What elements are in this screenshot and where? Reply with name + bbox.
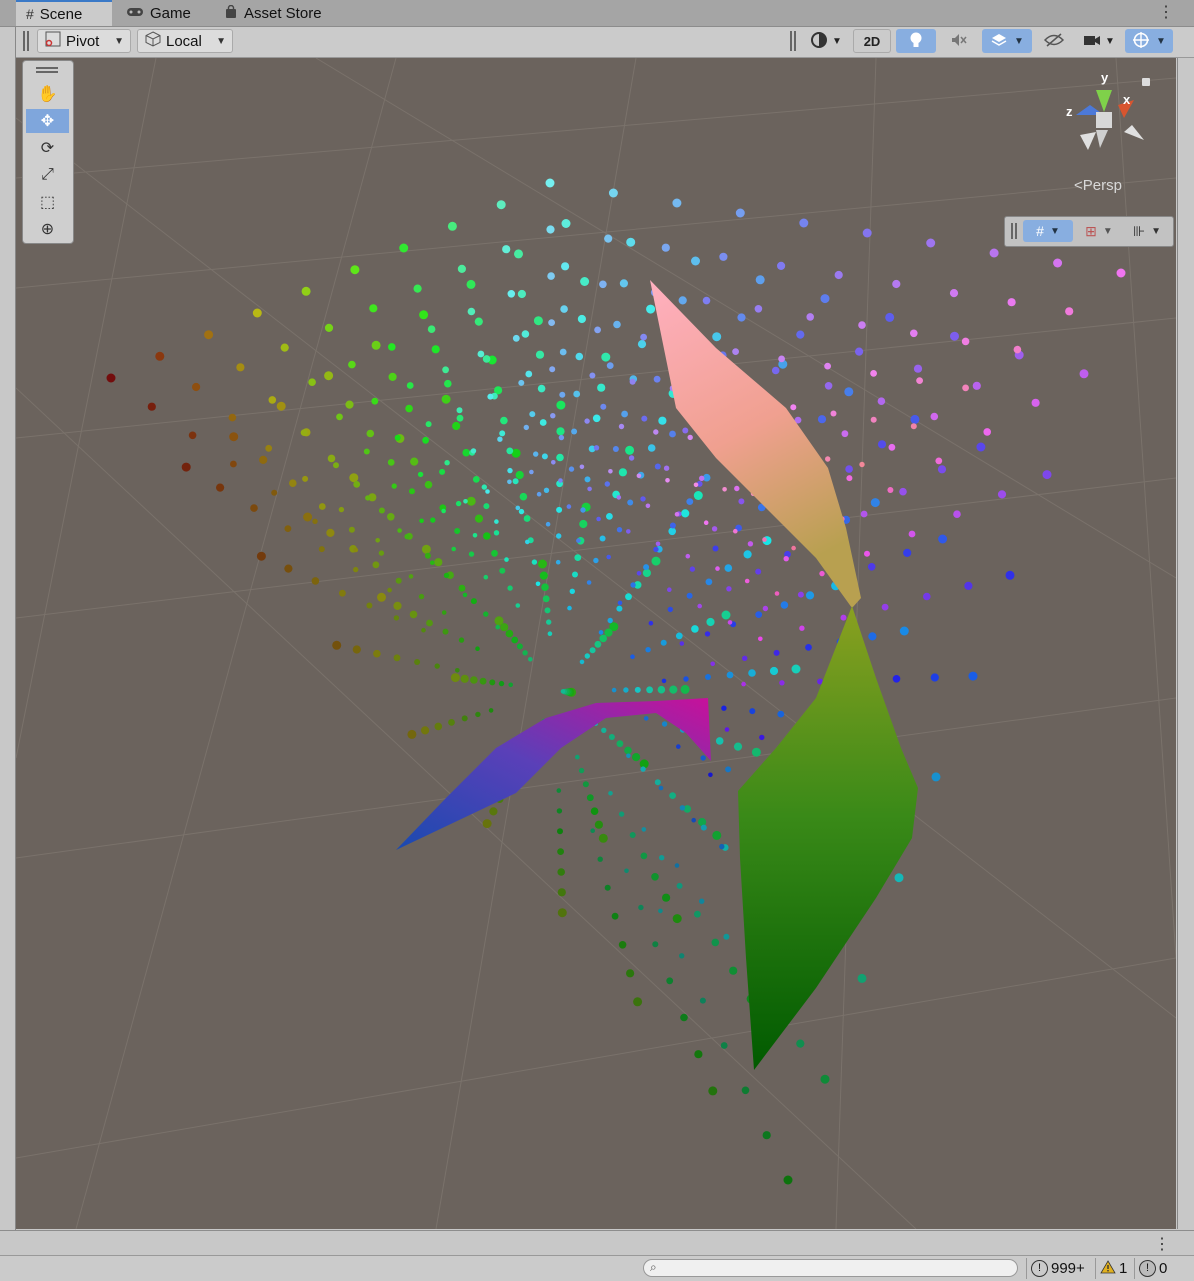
green-surface [738, 606, 918, 1070]
gizmos-dropdown[interactable]: ▼ [1125, 29, 1173, 53]
cube-icon [144, 30, 162, 52]
increment-snap-dropdown[interactable]: ⊪ ▼ [1125, 220, 1169, 242]
hand-icon: ✋ [37, 86, 58, 103]
gizmo-y-label: y [1101, 70, 1109, 85]
hidden-objects-toggle[interactable] [1036, 29, 1072, 53]
overlay-grip[interactable] [1011, 223, 1017, 239]
bottom-panel-header: ⋮ [0, 1230, 1194, 1255]
warning-icon [1100, 1259, 1116, 1278]
eye-slash-icon [1043, 32, 1065, 50]
scene-toolbar: Pivot ▼ Local ▼ ▼ 2D ▼ ▼ ▼ [0, 27, 1194, 58]
grid-visibility-dropdown[interactable]: # ▼ [1023, 220, 1073, 242]
local-label: Local [166, 32, 202, 50]
pivot-icon [44, 30, 62, 52]
pivot-label: Pivot [66, 32, 100, 50]
speaker-muted-icon [950, 32, 968, 51]
tab-label: Asset Store [244, 4, 322, 22]
scale-icon: ⤢ [41, 166, 54, 183]
more-options-icon[interactable]: ⋮ [1154, 1234, 1170, 1254]
gamepad-icon [126, 5, 144, 21]
gizmo-x-label: x [1123, 92, 1131, 107]
right-panel-edge [1177, 58, 1194, 1229]
error-icon: ! [1139, 1260, 1156, 1277]
chevron-left-icon: < [1074, 177, 1083, 194]
move-tool-button[interactable]: ✥ [26, 109, 69, 133]
gizmo-z-label: z [1066, 104, 1073, 119]
2d-toggle[interactable]: 2D [853, 29, 891, 53]
hand-tool-button[interactable]: ✋ [26, 82, 69, 106]
pivot-dropdown[interactable]: Pivot ▼ [37, 29, 131, 53]
transform-tool-button[interactable]: ⊕ [26, 217, 69, 241]
panel-grip[interactable] [36, 67, 58, 73]
tab-game[interactable]: Game [116, 0, 208, 26]
local-dropdown[interactable]: Local ▼ [137, 29, 233, 53]
camera-icon [1083, 33, 1101, 50]
ruler-icon: ⊪ [1132, 222, 1146, 239]
toolbar-grip[interactable] [790, 31, 796, 51]
grid-icon: # [1036, 223, 1044, 239]
rotate-tool-button[interactable]: ⟳ [26, 136, 69, 160]
search-icon: ⌕ [650, 1260, 657, 1274]
tab-label: Game [150, 4, 191, 22]
chevron-down-icon: ▼ [216, 35, 226, 47]
tab-scene[interactable]: # Scene [16, 0, 112, 26]
draw-mode-dropdown[interactable]: ▼ [804, 29, 848, 53]
pink-surface [650, 280, 861, 608]
grid-snapping-overlay: # ▼ ⊞ ▼ ⊪ ▼ [1004, 216, 1174, 247]
shopping-bag-icon [224, 4, 238, 22]
tab-bar: # Scene Game Asset Store ⋮ [0, 0, 1194, 27]
snap-grid-icon: ⊞ [1085, 222, 1097, 239]
chevron-down-icon: ▼ [1049, 225, 1060, 237]
move-arrows-icon: ✥ [40, 113, 55, 130]
status-bar: ⌕ ! 999+ 1 ! 0 [0, 1255, 1194, 1281]
orientation-gizmo[interactable]: y x z [1062, 70, 1152, 160]
error-counter[interactable]: ! 0 [1134, 1258, 1167, 1279]
chevron-down-icon: ▼ [1156, 35, 1166, 47]
surfaces [396, 280, 918, 1070]
effects-dropdown[interactable]: ▼ [982, 29, 1032, 53]
grid-snap-dropdown[interactable]: ⊞ ▼ [1077, 220, 1121, 242]
info-icon: ! [1031, 1260, 1048, 1277]
projection-label[interactable]: <Persp [1074, 177, 1122, 194]
rect-icon: ⬚ [39, 194, 56, 211]
chevron-down-icon: ▼ [832, 35, 842, 47]
chevron-down-icon: ▼ [1102, 225, 1113, 237]
tab-label: Scene [39, 5, 83, 23]
audio-toggle[interactable] [940, 29, 978, 53]
lock-icon[interactable] [1142, 78, 1150, 86]
ribbon-surface [396, 698, 711, 850]
toolbar-grip[interactable] [23, 31, 29, 51]
lightbulb-icon [908, 31, 924, 52]
gizmo-icon [1132, 31, 1150, 52]
scale-tool-button[interactable]: ⤢ [26, 163, 69, 187]
scene-viewport[interactable] [16, 58, 1176, 1229]
console-search-input[interactable]: ⌕ [643, 1259, 1018, 1277]
left-panel-edge [0, 27, 16, 1232]
chevron-down-icon: ▼ [1151, 225, 1162, 237]
transform-tools-panel: ✋ ✥ ⟳ ⤢ ⬚ ⊕ [22, 60, 74, 244]
rotate-icon: ⟳ [40, 140, 55, 157]
rect-tool-button[interactable]: ⬚ [26, 190, 69, 214]
hash-icon: # [26, 6, 34, 22]
warning-counter[interactable]: 1 [1095, 1258, 1127, 1279]
transform-icon: ⊕ [40, 221, 55, 238]
chevron-down-icon: ▼ [1014, 35, 1024, 47]
chevron-down-icon: ▼ [1105, 35, 1115, 47]
log-counter[interactable]: ! 999+ [1026, 1258, 1085, 1279]
shading-sphere-icon [810, 31, 828, 52]
layers-icon [990, 32, 1008, 51]
tab-asset-store[interactable]: Asset Store [214, 0, 344, 26]
lighting-toggle[interactable] [896, 29, 936, 53]
more-options-icon[interactable]: ⋮ [1158, 2, 1174, 22]
camera-dropdown[interactable]: ▼ [1078, 29, 1120, 53]
chevron-down-icon: ▼ [114, 35, 124, 47]
